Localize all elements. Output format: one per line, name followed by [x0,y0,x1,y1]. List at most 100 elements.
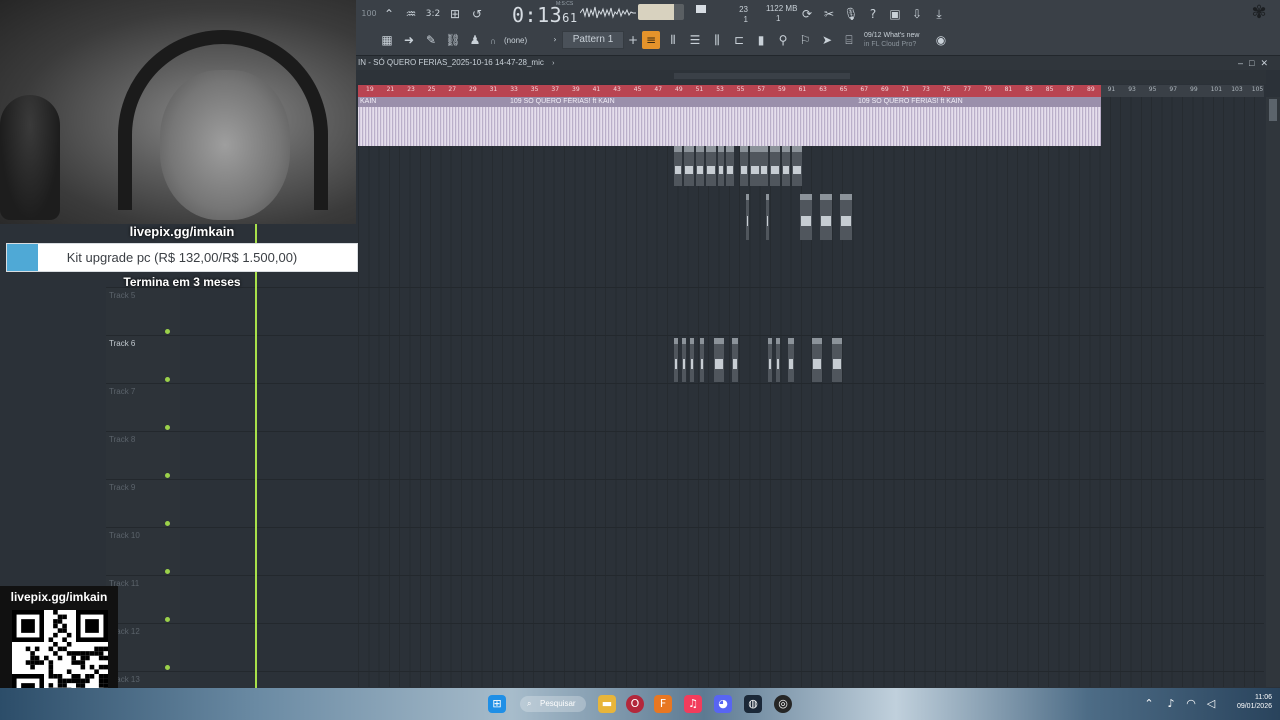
track-mute-led[interactable] [165,665,170,670]
pattern-clip[interactable] [690,338,694,382]
piano-roll-icon[interactable]: ⫴ [664,31,682,49]
pattern-clip[interactable] [684,146,694,186]
wait-input-icon[interactable]: ♒ [402,5,420,23]
windows-start-icon[interactable]: ⊞ [488,695,506,713]
pattern-clip[interactable] [760,146,768,186]
track-name[interactable]: Track 8 [109,435,135,444]
loop-record-icon[interactable]: ↺ [468,5,486,23]
metronome-icon[interactable]: ⌃ [380,5,398,23]
obs-icon[interactable]: ◎ [774,695,792,713]
store-icon[interactable]: ⌸ [840,31,858,49]
pattern-clip[interactable] [726,146,734,186]
link-icon[interactable]: ⛓ [444,31,462,49]
pattern-clip[interactable] [766,194,769,240]
track-mute-led[interactable] [165,569,170,574]
master-volume-slider[interactable] [638,4,684,20]
pattern-clip[interactable] [768,338,772,382]
pattern-clip[interactable] [706,146,716,186]
pattern-clip[interactable] [732,338,738,382]
track-name[interactable]: Track 7 [109,387,135,396]
playhead[interactable] [255,224,257,688]
help-icon[interactable]: ? [864,5,882,23]
pattern-clip[interactable] [812,338,822,382]
pattern-clip[interactable] [782,146,790,186]
pattern-clip[interactable] [832,338,842,382]
pattern-clip[interactable] [800,194,812,240]
pattern-clip[interactable] [788,338,794,382]
countdown-icon[interactable]: 3:2 [424,5,442,23]
arrow-icon[interactable]: ➤ [818,31,836,49]
pattern-clip[interactable] [682,338,686,382]
timeline-ruler[interactable]: 19 21 23 25 27 29 31 33 35 37 39 41 43 45 47 49 51 53 55 57… [358,85,1264,97]
track-name[interactable]: Track 6 [109,339,135,348]
volume-icon[interactable]: ◁ [1204,695,1218,713]
step-edit-icon[interactable]: ⊞ [446,5,464,23]
pattern-clip[interactable] [718,146,724,186]
globe-icon[interactable]: ◉ [932,31,950,49]
pattern-clip[interactable] [700,338,704,382]
taskbar-clock[interactable]: 11:06 09/01/2026 [1237,693,1272,711]
browser-icon[interactable]: ⊏ [730,31,748,49]
mixer-icon[interactable]: ⫼ [708,31,726,49]
track-name[interactable]: Track 10 [109,531,140,540]
snap-selector[interactable]: (none) [504,36,527,45]
title-arrow-icon[interactable]: › [552,60,554,67]
pattern-clip[interactable] [696,146,704,186]
pattern-clip[interactable] [792,146,802,186]
save-icon[interactable]: ▣ [886,5,904,23]
clipboard-icon[interactable]: ▮ [752,31,770,49]
track-mute-led[interactable] [165,377,170,382]
magnet-icon[interactable]: ∩ [484,33,502,51]
cut-tool-icon[interactable]: ✂ [820,5,838,23]
play-arrow-icon[interactable]: ➜ [400,31,418,49]
track-mute-led[interactable] [165,425,170,430]
pattern-clip[interactable] [714,338,724,382]
track-mute-led[interactable] [165,329,170,334]
piano-icon[interactable]: ▦ [378,31,396,49]
taskbar-search[interactable]: ⌕ Pesquisar [520,696,586,712]
pattern-clip[interactable] [746,194,749,240]
pattern-clip[interactable] [770,146,780,186]
pattern-clip[interactable] [776,338,780,382]
steam-icon[interactable]: ◍ [744,695,762,713]
vertical-scrollbar[interactable] [1266,97,1280,687]
pattern-clip[interactable] [674,338,678,382]
export-icon[interactable]: ⇩ [908,5,926,23]
vertical-scrollbar-thumb[interactable] [1269,99,1277,121]
audio-clip-main[interactable]: KAIN 109 SÓ QUERO FÉRIAS! ft KAIN 109 SÓ… [358,97,1101,146]
tray-chevron-icon[interactable]: ⌃ [1142,695,1156,713]
pattern-add-icon[interactable]: + [624,31,642,49]
brush-icon[interactable]: ✎ [422,31,440,49]
pattern-clip[interactable] [840,194,852,240]
music-icon[interactable]: ♫ [684,695,702,713]
file-explorer-icon[interactable]: ▬ [598,695,616,713]
news-panel[interactable]: 09/12 What's new in FL Cloud Pro? [864,31,919,49]
stamp-icon[interactable]: ♟ [466,31,484,49]
network-icon[interactable]: ◠ [1184,695,1198,713]
playlist-grid[interactable] [358,97,1264,687]
opera-icon[interactable]: O [626,695,644,713]
download-icon[interactable]: ⤓ [930,5,948,23]
undo-history-icon[interactable]: ⟳ [798,5,816,23]
pattern-clip[interactable] [674,146,682,186]
playlist-icon[interactable]: ≡ [642,31,660,49]
track-mute-led[interactable] [165,521,170,526]
track-mute-led[interactable] [165,617,170,622]
track-mute-led[interactable] [165,473,170,478]
mic-icon[interactable]: 🎙 [842,5,860,23]
horizontal-scrollbar[interactable] [356,70,1266,84]
discord-icon[interactable]: ◕ [714,695,732,713]
plugin-icon[interactable]: ⚲ [774,31,792,49]
channel-rack-icon[interactable]: ☰ [686,31,704,49]
window-controls[interactable]: –□✕ [1238,56,1274,70]
tray-mic-icon[interactable]: ♪ [1164,695,1178,713]
pattern-clip[interactable] [820,194,832,240]
fl-studio-taskbar-icon[interactable]: F [654,695,672,713]
track-name[interactable]: Track 9 [109,483,135,492]
pattern-selector[interactable]: Pattern 1 [562,31,624,49]
scrollbar-thumb[interactable] [674,73,850,79]
track-name[interactable]: Track 5 [109,291,135,300]
pattern-clip[interactable] [740,146,748,186]
pattern-clip[interactable] [750,146,760,186]
tempo-icon[interactable]: ⚐ [796,31,814,49]
